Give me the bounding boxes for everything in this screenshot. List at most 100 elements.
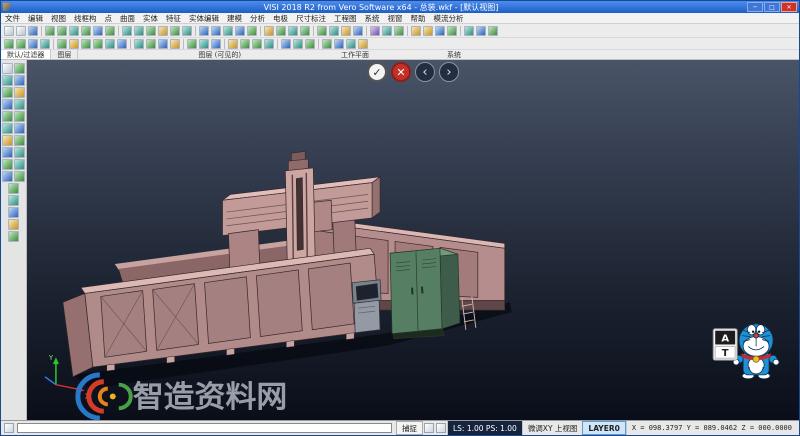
toolbar-icon[interactable] [105,39,115,49]
toolbar-icon[interactable] [305,39,315,49]
toolbar-icon[interactable] [464,26,474,36]
toolbar-icon[interactable] [4,26,14,36]
toolbar-icon[interactable] [158,39,168,49]
toolbar-icon[interactable] [341,26,351,36]
toolbar-icon[interactable] [293,39,303,49]
toolbar-icon[interactable] [105,26,115,36]
toolbar-icon[interactable] [14,135,25,146]
nudge-view-indicator[interactable]: 微调XY 上视图 [522,421,583,435]
toolbar-icon[interactable] [69,26,79,36]
toolbar-icon[interactable] [199,39,209,49]
toolbar-icon[interactable] [14,171,25,182]
toolbar-icon[interactable] [2,99,13,110]
close-button[interactable]: ✕ [781,2,797,12]
operator-pendant[interactable] [352,280,381,333]
toolbar-icon[interactable] [322,39,332,49]
menu-item[interactable]: 帮助 [407,13,430,24]
maximize-button[interactable]: □ [764,2,780,12]
menu-item[interactable]: 线框构 [70,13,101,24]
toolbar-icon[interactable] [476,26,486,36]
active-layer[interactable]: LAYER0 [582,421,625,435]
snap-toggle[interactable]: 捕捉 [396,421,423,435]
toolbar-icon[interactable] [370,26,380,36]
toolbar-icon[interactable] [93,39,103,49]
toolbar-icon[interactable] [146,26,156,36]
toolbar-icon[interactable] [187,39,197,49]
toolbar-icon[interactable] [14,87,25,98]
toolbar-icon[interactable] [134,39,144,49]
toolbar-icon[interactable] [488,26,498,36]
menu-item[interactable]: 曲面 [116,13,139,24]
menu-item[interactable]: 编辑 [24,13,47,24]
toolbar-icon[interactable] [81,26,91,36]
cancel-button[interactable]: ✕ [391,62,411,82]
toolbar-icon[interactable] [264,26,274,36]
confirm-button[interactable]: ✓ [367,62,387,82]
toolbar-icon[interactable] [435,26,445,36]
menu-item[interactable]: 尺寸标注 [292,13,330,24]
prev-button[interactable]: ‹ [415,62,435,82]
toolbar-icon[interactable] [81,39,91,49]
toolbar-icon[interactable] [2,63,13,74]
toolbar-icon[interactable] [14,63,25,74]
at-widget[interactable]: A T [713,329,737,360]
toolbar-icon[interactable] [8,207,19,218]
minimize-button[interactable]: ─ [747,2,763,12]
menu-item[interactable]: 实体编辑 [185,13,223,24]
toolbar-icon[interactable] [117,39,127,49]
toolbar-icon[interactable] [122,26,132,36]
toolbar-icon[interactable] [423,26,433,36]
command-input[interactable] [17,423,392,433]
toolbar-icon[interactable] [346,39,356,49]
toolbar-icon[interactable] [281,39,291,49]
menu-item[interactable]: 系统 [361,13,384,24]
toolbar-icon[interactable] [317,26,327,36]
menu-item[interactable]: 视窗 [384,13,407,24]
menu-item[interactable]: 分析 [246,13,269,24]
toolbar-icon[interactable] [394,26,404,36]
toolbar-icon[interactable] [57,39,67,49]
toolbar-icon[interactable] [16,26,26,36]
toolbar-icon[interactable] [8,183,19,194]
toolbar-icon[interactable] [247,26,257,36]
toolbar-icon[interactable] [447,26,457,36]
menu-item[interactable]: 电极 [269,13,292,24]
grid-icon[interactable] [4,423,14,433]
toolbar-icon[interactable] [2,159,13,170]
toolbar-icon[interactable] [158,26,168,36]
toolbar-icon[interactable] [199,26,209,36]
toolbar-icon[interactable] [14,111,25,122]
toolbar-icon[interactable] [382,26,392,36]
toolbar-icon[interactable] [14,159,25,170]
toolbar-icon[interactable] [252,39,262,49]
toolbar-icon[interactable] [14,147,25,158]
toolbar-icon[interactable] [170,39,180,49]
status-icon[interactable] [424,423,434,433]
menu-item[interactable]: 文件 [1,13,24,24]
toolbar-icon[interactable] [45,26,55,36]
menu-item[interactable]: 建模 [223,13,246,24]
toolbar-icon[interactable] [4,39,14,49]
toolbar-icon[interactable] [16,39,26,49]
toolbar-icon[interactable] [2,75,13,86]
toolbar-icon[interactable] [57,26,67,36]
toolbar-icon[interactable] [146,39,156,49]
electrical-cabinet[interactable] [390,248,460,338]
toolbar-icon[interactable] [28,39,38,49]
toolbar-icon[interactable] [211,26,221,36]
toolbar-icon[interactable] [8,195,19,206]
tab-layers[interactable]: 图层 [51,50,78,59]
toolbar-icon[interactable] [93,26,103,36]
toolbar-icon[interactable] [2,135,13,146]
menu-item[interactable]: 点 [101,13,117,24]
toolbar-icon[interactable] [334,39,344,49]
toolbar-icon[interactable] [264,39,274,49]
toolbar-icon[interactable] [69,39,79,49]
toolbar-icon[interactable] [288,26,298,36]
status-icon[interactable] [436,423,446,433]
menu-item[interactable]: 视图 [47,13,70,24]
toolbar-icon[interactable] [2,171,13,182]
toolbar-icon[interactable] [411,26,421,36]
menu-item[interactable]: 实体 [139,13,162,24]
toolbar-icon[interactable] [8,231,19,242]
